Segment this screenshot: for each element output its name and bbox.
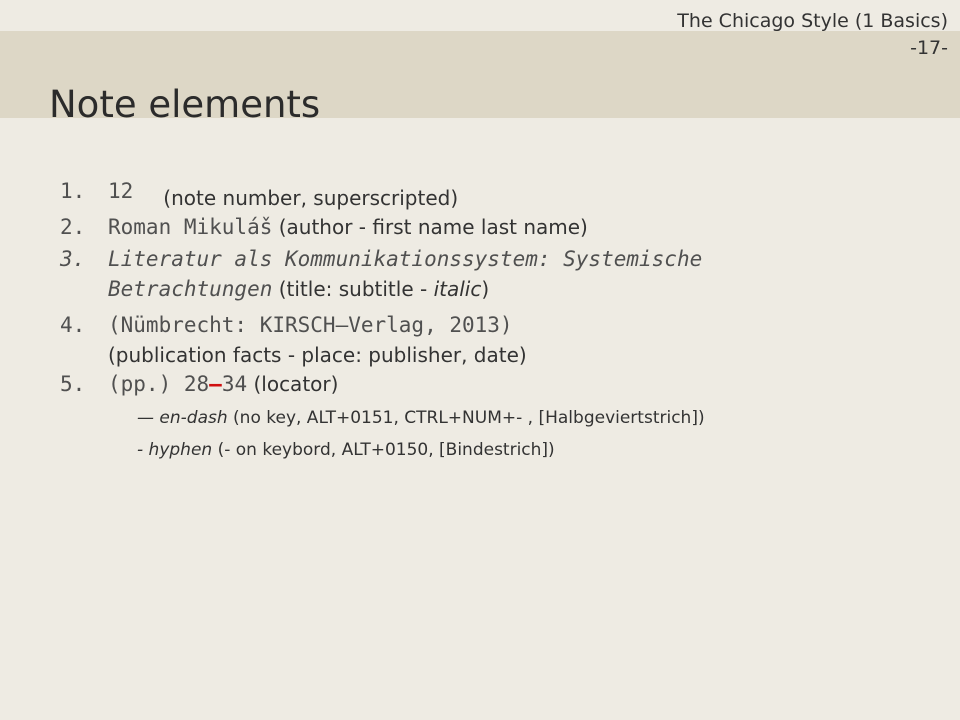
item-description: (locator) bbox=[253, 372, 339, 396]
note-hyphen: - hyphen (- on keybord, ALT+0150, [Binde… bbox=[137, 437, 555, 463]
slide-course-title: The Chicago Style (1 Basics) bbox=[677, 10, 948, 32]
item-number: 1. bbox=[60, 179, 86, 203]
slide-number: -17- bbox=[910, 37, 948, 59]
title-example: Literatur als Kommunikationssystem: Syst… bbox=[108, 247, 703, 271]
item-description: (publication facts - place: publisher, d… bbox=[108, 343, 527, 367]
en-dash-term: — en-dash bbox=[137, 408, 228, 428]
note-en-dash: — en-dash (no key, ALT+0151, CTRL+NUM+- … bbox=[137, 405, 705, 431]
item-number: 5. bbox=[60, 372, 86, 396]
hyphen-term: - hyphen bbox=[137, 440, 213, 460]
item-number: 3. bbox=[60, 247, 86, 271]
superscript-example: 12 bbox=[108, 179, 134, 203]
item-number: 2. bbox=[60, 215, 86, 239]
page-title: Note elements bbox=[49, 83, 321, 126]
locator-example: (pp.) 28–34 bbox=[108, 372, 248, 396]
en-dash-detail: (no key, ALT+0151, CTRL+NUM+- , [Halbgev… bbox=[233, 408, 705, 428]
item-description: (note number, superscripted) bbox=[163, 186, 459, 210]
item-description: (title: subtitle - italic) bbox=[278, 277, 490, 301]
publication-example: (Nümbrecht: KIRSCH–Verlag, 2013) bbox=[108, 313, 513, 337]
item-number: 4. bbox=[60, 313, 86, 337]
slide-label: The Chicago Style (1 Basics) -17- bbox=[677, 8, 948, 62]
author-example: Roman Mikuláš bbox=[108, 215, 273, 239]
subtitle-example: Betrachtungen bbox=[108, 277, 273, 301]
hyphen-detail: (- on keybord, ALT+0150, [Bindestrich]) bbox=[217, 440, 555, 460]
en-dash-mark: – bbox=[209, 372, 222, 396]
item-description: (author - first name last name) bbox=[278, 215, 588, 239]
